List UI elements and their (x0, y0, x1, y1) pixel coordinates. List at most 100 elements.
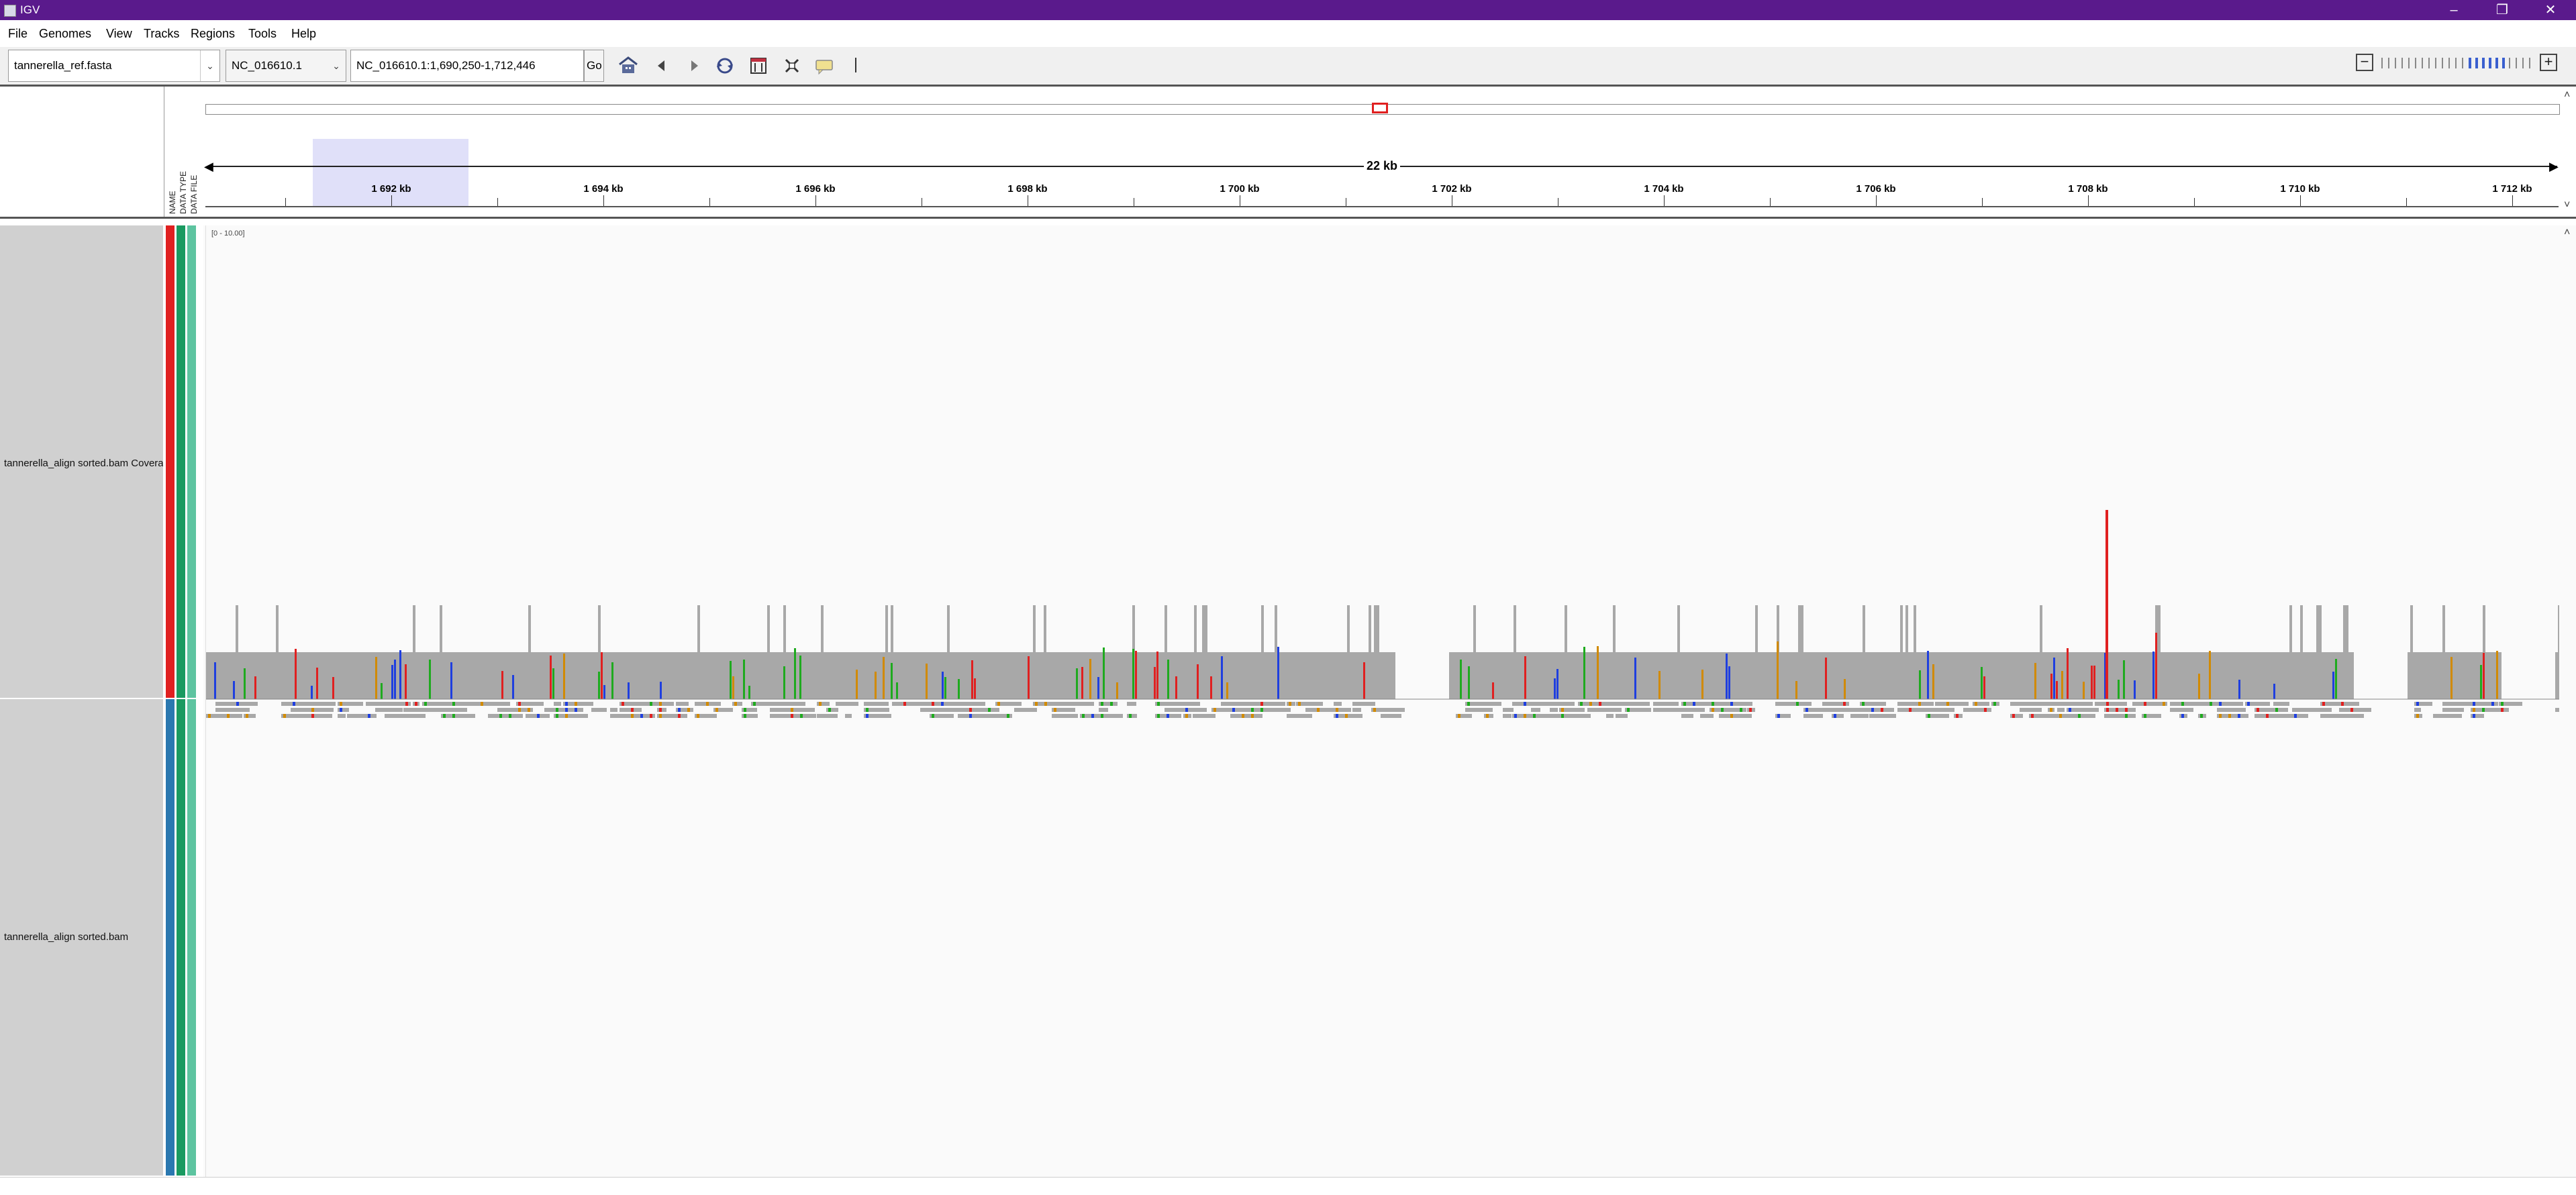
alignment-read (394, 702, 404, 706)
coverage-bar (1924, 652, 1927, 699)
coverage-bar (2013, 652, 2016, 699)
coverage-bar (582, 652, 585, 699)
zoom-level-tick[interactable] (2401, 58, 2403, 68)
attribute-cell[interactable] (177, 225, 185, 698)
go-button[interactable]: Go (584, 50, 604, 82)
zoom-level-tick[interactable] (2475, 58, 2478, 68)
alignment-read (1578, 708, 1585, 712)
coverage-bar (676, 652, 679, 699)
alignment-read (385, 702, 394, 706)
home-icon[interactable] (617, 55, 639, 76)
mismatch-bar (316, 668, 318, 699)
attribute-cell[interactable] (187, 699, 196, 1176)
menu-help[interactable]: Help (291, 27, 316, 41)
alignment-read (1315, 702, 1323, 706)
region-of-interest[interactable] (313, 139, 468, 206)
menu-tracks[interactable]: Tracks (144, 27, 179, 41)
coverage-bar (662, 652, 665, 699)
zoom-level-tick[interactable] (2415, 58, 2416, 68)
chromosome-dropdown[interactable]: NC_016610.1 ⌄ (226, 50, 346, 82)
coverage-bar (713, 652, 716, 699)
locus-input[interactable]: NC_016610.1:1,690,250-1,712,446 (350, 50, 584, 82)
zoom-level-tick[interactable] (2529, 58, 2530, 68)
coverage-bar (2300, 605, 2303, 699)
popup-text-icon[interactable] (813, 55, 835, 76)
menu-file[interactable]: File (8, 27, 28, 41)
forward-icon[interactable] (683, 55, 705, 76)
menu-view[interactable]: View (106, 27, 132, 41)
back-icon[interactable] (651, 55, 673, 76)
coverage-bar (1079, 652, 1081, 699)
zoom-level-tick[interactable] (2522, 58, 2524, 68)
genome-dropdown[interactable]: tannerella_ref.fasta ⌄ (8, 50, 220, 82)
zoom-level-tick[interactable] (2395, 58, 2396, 68)
chevron-down-icon[interactable]: ⌄ (327, 50, 346, 81)
zoom-level-tick[interactable] (2469, 58, 2471, 68)
alignment-read (1052, 702, 1072, 706)
restore-icon[interactable]: ❐ (2478, 0, 2526, 20)
coverage-bar (797, 652, 799, 699)
mismatch-bar (974, 678, 976, 699)
attribute-cell[interactable] (177, 699, 185, 1176)
zoom-level-tick[interactable] (2448, 58, 2450, 68)
track-name-panel-coverage[interactable]: tannerella_align sorted.bam Covera (0, 225, 164, 699)
zoom-level-tick[interactable] (2408, 58, 2410, 68)
ruler-tick (1664, 195, 1665, 206)
track-data-area[interactable]: [0 - 10.00] (205, 225, 2559, 1177)
close-icon[interactable]: ✕ (2526, 0, 2575, 20)
menu-tools[interactable]: Tools (248, 27, 277, 41)
current-view-marker[interactable] (1372, 103, 1388, 113)
scroll-up-icon[interactable]: ˄ (2564, 227, 2570, 239)
resize-to-window-icon[interactable] (748, 55, 769, 76)
zoom-level-tick[interactable] (2442, 58, 2443, 68)
zoom-level-tick[interactable] (2428, 58, 2430, 68)
alignment-read (460, 714, 474, 718)
zoom-level-tick[interactable] (2462, 58, 2463, 68)
refresh-icon[interactable] (714, 55, 736, 76)
zoom-level-tick[interactable] (2482, 58, 2485, 68)
coverage-bar (909, 652, 912, 699)
zoom-level-tick[interactable] (2435, 58, 2436, 68)
zoom-level-tick[interactable] (2495, 58, 2498, 68)
coverage-bar (2037, 652, 2040, 699)
coverage-bar (1548, 652, 1551, 699)
menu-genomes[interactable]: Genomes (39, 27, 91, 41)
chevron-down-icon[interactable]: ⌄ (200, 50, 219, 81)
zoom-level-tick[interactable] (2422, 58, 2423, 68)
track-name-panel-alignment[interactable]: tannerella_align sorted.bam (0, 699, 163, 1177)
coverage-bar (362, 652, 364, 699)
menu-regions[interactable]: Regions (191, 27, 235, 41)
coverage-bar (1248, 652, 1250, 699)
locus-value: NC_016610.1:1,690,250-1,712,446 (356, 59, 536, 72)
minimize-icon[interactable]: – (2430, 0, 2478, 20)
attribute-cell[interactable] (166, 699, 175, 1176)
scroll-down-icon[interactable]: ˅ (2564, 199, 2570, 211)
coverage-bar (1742, 652, 1744, 699)
coverage-bar (928, 652, 931, 699)
attribute-cell[interactable] (166, 225, 175, 698)
coverage-bar (1250, 652, 1253, 699)
scroll-up-icon[interactable]: ˄ (2564, 89, 2570, 101)
zoom-level-tick[interactable] (2509, 58, 2510, 68)
coverage-bar (1930, 652, 1932, 699)
zoom-level-tick[interactable] (2381, 58, 2383, 68)
zoom-level-tick[interactable] (2516, 58, 2517, 68)
coverage-bar (1377, 605, 1379, 699)
coverage-bar (802, 652, 805, 699)
zoom-level-tick[interactable] (2502, 58, 2505, 68)
mismatch-bar (550, 656, 552, 699)
attribute-cell[interactable] (187, 225, 196, 698)
zoom-level-tick[interactable] (2489, 58, 2491, 68)
zoom-level-tick[interactable] (2455, 58, 2457, 68)
zoom-level-tick[interactable] (2388, 58, 2389, 68)
coverage-bar (1071, 652, 1073, 699)
coverage-bar (1830, 652, 1833, 699)
zoom-in-icon[interactable]: + (2540, 54, 2557, 71)
region-of-interest-icon[interactable] (781, 55, 803, 76)
roi-marker-icon[interactable] (855, 58, 856, 72)
mismatch-bar (1156, 652, 1158, 699)
zoom-out-icon[interactable]: − (2356, 54, 2373, 71)
coverage-bar (960, 652, 963, 699)
alignment-read (2236, 714, 2248, 718)
coverage-bar (1812, 652, 1814, 699)
